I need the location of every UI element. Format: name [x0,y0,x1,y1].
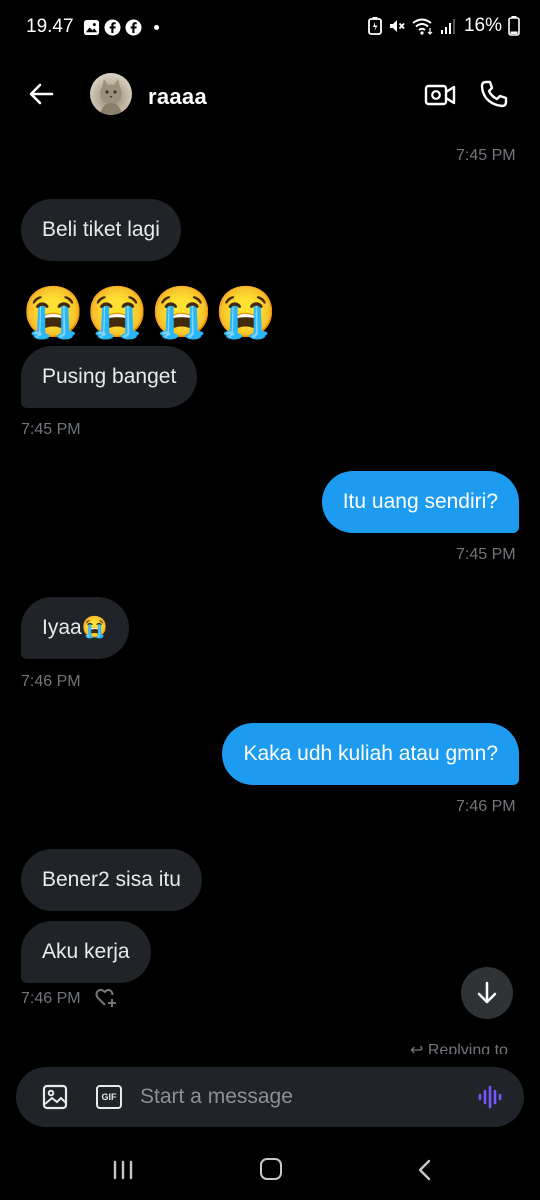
reply-arrow-icon: ↩ [410,1042,428,1054]
outgoing-message[interactable]: Kaka udh kuliah atau gmn? [222,723,519,785]
incoming-message[interactable]: Pusing banget [21,346,198,408]
gif-icon[interactable]: GIF [96,1085,122,1109]
scroll-to-bottom-button[interactable] [461,967,513,1019]
image-icon[interactable] [42,1084,68,1110]
system-navigation-bar [0,1140,540,1200]
incoming-message[interactable]: Iyaa😭 [21,597,129,659]
arrow-down-icon [477,981,497,1004]
incoming-message[interactable]: Aku kerja [21,921,151,983]
message-input[interactable] [140,1079,460,1115]
incoming-message[interactable]: Beli tiket lagi [21,199,181,261]
message-timestamp: 7:46 PM [456,798,516,815]
voice-message-icon[interactable] [478,1085,504,1109]
message-timestamp: 7:46 PM [21,673,81,690]
replying-indicator: ↩ Replying to [410,1040,508,1054]
replying-label: Replying to [427,1042,508,1054]
add-reaction-icon[interactable] [95,988,117,1008]
incoming-message[interactable]: Bener2 sisa itu [21,849,202,911]
message-timestamp: 7:45 PM [456,546,516,563]
conversation-header: raaaa [0,56,540,136]
recent-apps-icon[interactable] [112,1160,134,1180]
phone-icon[interactable] [478,78,510,110]
avatar[interactable] [90,73,132,115]
home-icon[interactable] [260,1158,282,1180]
outgoing-message[interactable]: Itu uang sendiri? [321,471,519,533]
chat-thread[interactable]: 7:45 PM Beli tiket lagi 😭😭😭😭 Pusing bang… [0,0,540,1060]
conversation-username[interactable]: raaaa [148,84,207,110]
video-call-icon[interactable] [424,80,456,110]
message-timestamp: 7:46 PM [21,990,81,1007]
message-timestamp: 7:45 PM [456,147,516,164]
message-composer: GIF [16,1067,524,1127]
cat-avatar-image [100,79,122,115]
back-arrow-icon[interactable] [26,78,58,110]
incoming-emoji-message[interactable]: 😭😭😭😭 [22,282,279,342]
message-timestamp: 7:45 PM [21,421,81,438]
back-icon[interactable] [414,1158,436,1182]
